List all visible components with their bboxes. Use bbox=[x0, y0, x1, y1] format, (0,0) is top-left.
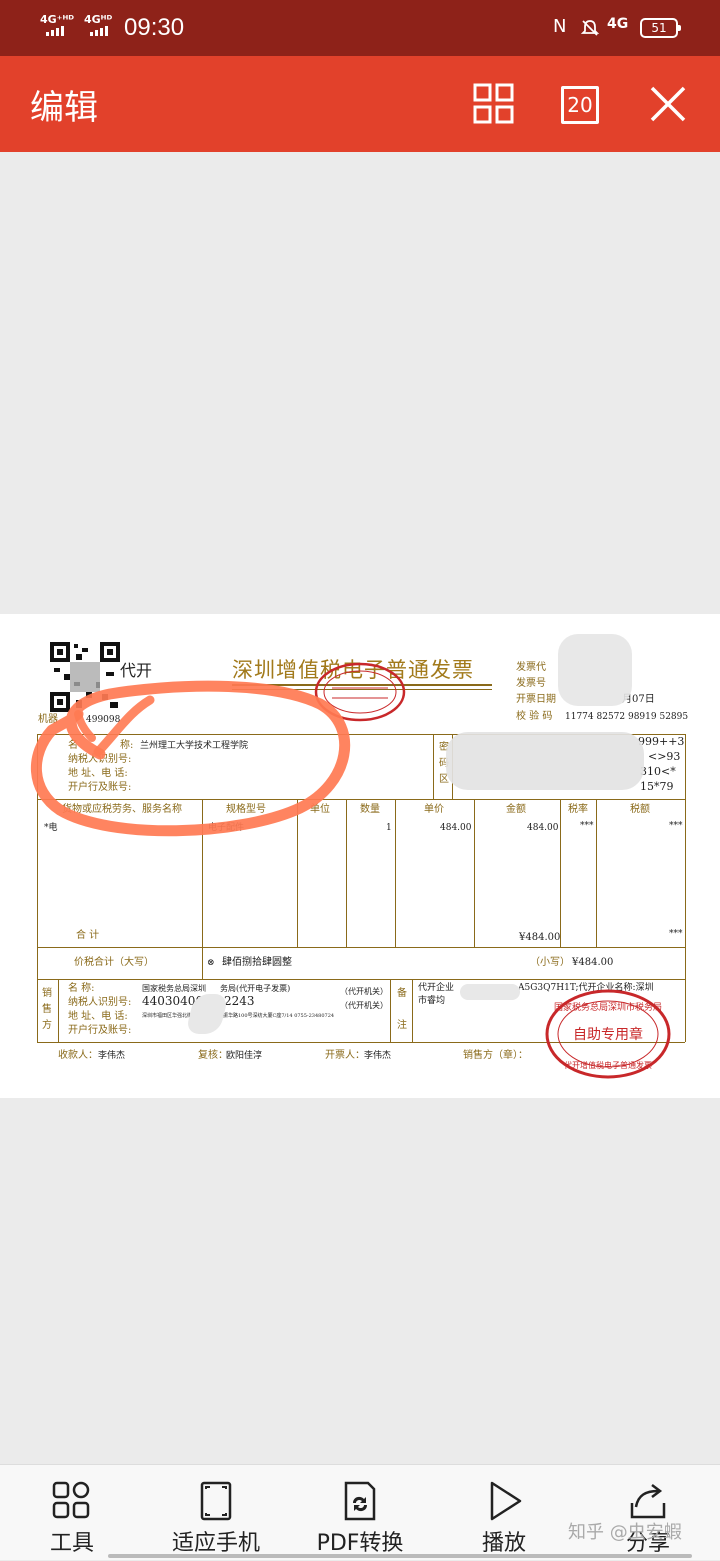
nfc-icon: N bbox=[553, 16, 567, 37]
invoice: 代开 机器 499098 深圳增值税电子普通发票 发票代 发票号 开票日期 月0… bbox=[0, 614, 720, 1098]
tools-button[interactable]: 工具 bbox=[0, 1465, 144, 1561]
share-button[interactable]: 分享 bbox=[576, 1465, 720, 1561]
edit-title[interactable]: 编辑 bbox=[30, 80, 98, 129]
page-count-button[interactable]: 20 bbox=[561, 86, 599, 124]
signal-icon-2 bbox=[90, 26, 108, 36]
fit-phone-button[interactable]: 适应手机 bbox=[144, 1465, 288, 1561]
play-label: 播放 bbox=[481, 1531, 526, 1556]
pdf-convert-icon bbox=[344, 1481, 376, 1521]
fit-screen-icon bbox=[200, 1481, 232, 1521]
signal-icon bbox=[46, 26, 64, 36]
document-canvas[interactable]: 代开 机器 499098 深圳增值税电子普通发票 发票代 发票号 开票日期 月0… bbox=[0, 152, 720, 1464]
zhihu-watermark: 知乎 @虫安蝦 bbox=[568, 1522, 682, 1543]
pdf-convert-button[interactable]: PDF转换 bbox=[288, 1465, 432, 1561]
share-icon bbox=[630, 1484, 666, 1519]
network-type-2: 4Gᴴᴰ bbox=[84, 13, 113, 26]
clock: 09:30 bbox=[124, 14, 185, 41]
mute-bell-icon bbox=[580, 20, 600, 36]
tools-label: 工具 bbox=[49, 1531, 94, 1556]
play-icon bbox=[490, 1481, 522, 1521]
grid-view-icon[interactable] bbox=[470, 80, 518, 128]
network-type-3: 4G bbox=[607, 16, 629, 32]
fit-phone-label: 适应手机 bbox=[171, 1531, 260, 1556]
document-page[interactable]: 代开 机器 499098 深圳增值税电子普通发票 发票代 发票号 开票日期 月0… bbox=[0, 614, 720, 1098]
freehand-annotation[interactable] bbox=[0, 614, 720, 1098]
home-indicator[interactable] bbox=[108, 1554, 692, 1558]
play-button[interactable]: 播放 bbox=[432, 1465, 576, 1561]
bottom-toolbar: 工具 适应手机 PDF转换 播放 分享 bbox=[0, 1464, 720, 1560]
tools-icon bbox=[52, 1481, 90, 1519]
status-bar: 4G⁺ᴴᴰ 4Gᴴᴰ 09:30 N 4G 51 bbox=[0, 0, 720, 56]
top-toolbar: 编辑 20 bbox=[0, 56, 720, 152]
network-type-1: 4G⁺ᴴᴰ bbox=[40, 13, 75, 26]
battery-icon: 51 bbox=[640, 18, 681, 38]
close-icon[interactable] bbox=[644, 80, 692, 128]
pdf-convert-label: PDF转换 bbox=[316, 1531, 404, 1556]
